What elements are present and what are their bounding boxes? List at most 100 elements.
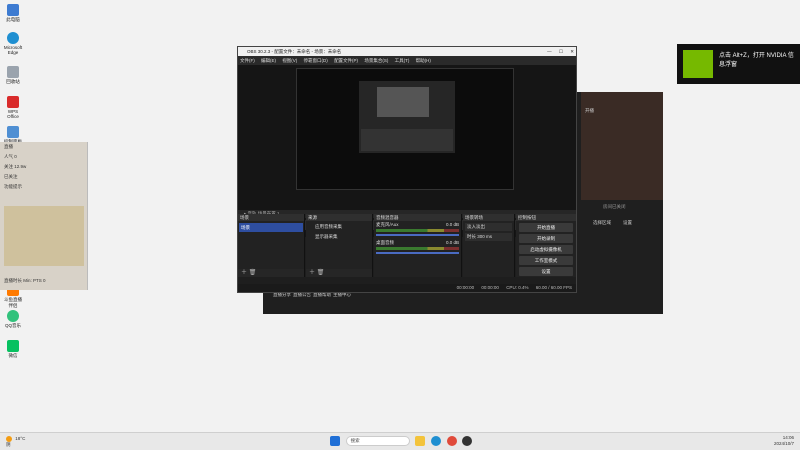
edge-icon	[7, 32, 19, 44]
minimize-button[interactable]: —	[547, 49, 552, 54]
status-bar: 00:00:00 00:00:00 CPU: 0.4% 60.00 / 60.0…	[238, 284, 576, 292]
chrome-icon[interactable]	[446, 436, 457, 446]
desktop-icon-edge[interactable]: Microsoft Edge	[2, 32, 24, 55]
nvidia-toast[interactable]: 点击 Alt+Z，打开 NVIDIA 信息浮窗	[677, 44, 800, 84]
transitions-dock: 场景转场 淡入淡出 时长 300 ms	[463, 214, 515, 277]
computer-icon	[7, 4, 19, 16]
remove-icon[interactable]: 🗑	[249, 270, 257, 276]
background-side-panel: 开播 房间已关闭 选择区域 设置	[581, 92, 663, 225]
studio-mode-button[interactable]: 工作室模式	[519, 256, 573, 265]
clock-time: 14:06	[782, 435, 794, 440]
virtual-camera-button[interactable]: 启动虚拟摄像机	[519, 245, 573, 254]
menu-view[interactable]: 视图(V)	[282, 58, 297, 63]
toast-text: 点击 Alt+Z，打开 NVIDIA 信息浮窗	[719, 53, 794, 68]
dock-title: 控制按钮	[516, 214, 576, 221]
desktop-icon-wechat[interactable]: 微信	[2, 340, 24, 359]
edge-taskbar-icon[interactable]	[431, 436, 442, 446]
close-button[interactable]: ✕	[570, 49, 574, 54]
obs-taskbar-icon[interactable]	[462, 436, 473, 446]
file-explorer-icon[interactable]	[415, 436, 426, 446]
sources-dock: 来源 应用音频采集 显示器采集 ＋ 🗑	[306, 214, 373, 277]
source-dock-footer: ＋ 🗑	[306, 269, 372, 277]
weather-widget[interactable]: 18°C 阴	[6, 436, 25, 447]
panel-row: 功能提示	[4, 184, 22, 189]
recording-time: 00:00:00	[456, 285, 475, 290]
recycle-bin-icon	[7, 66, 19, 78]
channel-name: 麦克风/Aux	[376, 222, 399, 227]
wps-icon	[7, 96, 19, 108]
volume-meter	[376, 229, 459, 232]
start-recording-button[interactable]: 开始录制	[519, 234, 573, 243]
menu-scene-collection[interactable]: 场景集合(S)	[364, 58, 388, 63]
scenes-dock: 场景 场景 ＋ 🗑	[238, 214, 305, 277]
desktop-icon-label: WPS Office	[7, 109, 19, 119]
menu-docks[interactable]: 停靠窗口(D)	[304, 58, 328, 63]
menu-edit[interactable]: 编辑(E)	[261, 58, 276, 63]
select-area-button[interactable]: 选择区域	[593, 220, 611, 226]
fps-readout: 60.00 / 60.00 FPS	[535, 285, 572, 290]
qq-music-icon	[7, 310, 19, 322]
volume-meter	[376, 247, 459, 250]
settings-button[interactable]: 设置	[519, 267, 573, 276]
obs-window: OBS 30.2.3 - 配置文件：未命名 - 场景：未命名 — ☐ ✕ 文件(…	[237, 46, 577, 293]
dock-title: 音频混音器	[374, 214, 461, 221]
desktop-icon-computer[interactable]: 此电脑	[2, 4, 24, 23]
weather-temp: 18°C	[15, 436, 26, 442]
desktop-icon-wps[interactable]: WPS Office	[2, 96, 24, 119]
volume-slider[interactable]	[376, 234, 459, 236]
menu-tools[interactable]: 工具(T)	[395, 58, 410, 63]
dock-title: 场景	[238, 214, 304, 221]
source-item[interactable]: 显示器采集	[307, 232, 371, 241]
add-icon[interactable]: ＋	[241, 270, 247, 276]
maximize-button[interactable]: ☐	[559, 49, 563, 54]
scene-item[interactable]: 场景	[239, 223, 303, 232]
desktop-icon-label: 回收站	[6, 79, 20, 84]
background-status: 房间已关闭	[603, 204, 626, 209]
nested-preview	[359, 81, 455, 153]
obs-title: OBS 30.2.3 - 配置文件：未命名 - 场景：未命名	[247, 49, 342, 54]
panel-row: 直播	[4, 144, 13, 149]
taskbar: 18°C 阴 搜索 14:06 2024/10/7	[0, 432, 800, 450]
streaming-time: 00:00:00	[481, 285, 499, 290]
scene-dock-footer: ＋ 🗑	[238, 269, 304, 277]
nvidia-logo-icon	[683, 50, 713, 78]
mixer-channel: 桌面音频 0.0 dB	[374, 239, 461, 257]
mixer-channel: 麦克风/Aux 0.0 dB	[374, 221, 461, 239]
panel-row[interactable]: 已关注	[0, 172, 87, 182]
dock-title: 场景转场	[463, 214, 514, 221]
desktop-icon-label: 微信	[8, 353, 18, 358]
notice-box	[4, 206, 84, 266]
cpu-usage: CPU: 0.4%	[506, 285, 529, 290]
nested-mixer	[361, 129, 453, 151]
start-icon[interactable]	[330, 436, 340, 446]
add-icon[interactable]: ＋	[309, 270, 315, 276]
preview-area: ▸ 音轨 场景布置 1 未选择源 ⚙ 属性 ▢ 滤镜	[238, 65, 576, 237]
duration-field[interactable]: 时长 300 ms	[465, 233, 512, 241]
start-streaming-button[interactable]: 开始直播	[519, 223, 573, 232]
desktop-icon-label: 斗鱼直播伴侣	[4, 297, 22, 308]
background-tab[interactable]: 开播	[585, 108, 594, 114]
background-settings-button[interactable]: 设置	[623, 220, 632, 226]
channel-name: 桌面音频	[376, 240, 394, 245]
panel-footer: 直播时长 Min: PTS 0	[4, 278, 46, 283]
preview-canvas[interactable]	[296, 68, 514, 190]
weather-desc: 阴	[6, 442, 11, 447]
desktop-icon-label: QQ音乐	[4, 323, 21, 328]
control-panel-icon	[7, 126, 19, 138]
channel-level: 0.0 dB	[445, 222, 459, 227]
source-item[interactable]: 应用音频采集	[307, 222, 371, 231]
remove-icon[interactable]: 🗑	[317, 270, 325, 276]
background-live-panel: 直播 人气 0 关注 12.9w 已关注 功能提示 直播时长 Min: PTS …	[0, 142, 88, 290]
transition-select[interactable]: 淡入淡出	[465, 223, 512, 231]
menu-help[interactable]: 帮助(H)	[416, 58, 431, 63]
desktop-icon-recycle-bin[interactable]: 回收站	[2, 66, 24, 85]
obs-title-bar[interactable]: OBS 30.2.3 - 配置文件：未命名 - 场景：未命名 — ☐ ✕	[238, 47, 576, 56]
volume-slider[interactable]	[376, 252, 459, 254]
desktop-icon-label: 此电脑	[6, 17, 20, 22]
taskbar-search[interactable]: 搜索	[345, 436, 410, 446]
duration-label: 时长	[467, 234, 476, 239]
system-tray-clock[interactable]: 14:06 2024/10/7	[774, 435, 794, 447]
menu-profile[interactable]: 配置文件(P)	[334, 58, 358, 63]
desktop-icon-qq-music[interactable]: QQ音乐	[2, 310, 24, 329]
menu-file[interactable]: 文件(F)	[240, 58, 255, 63]
